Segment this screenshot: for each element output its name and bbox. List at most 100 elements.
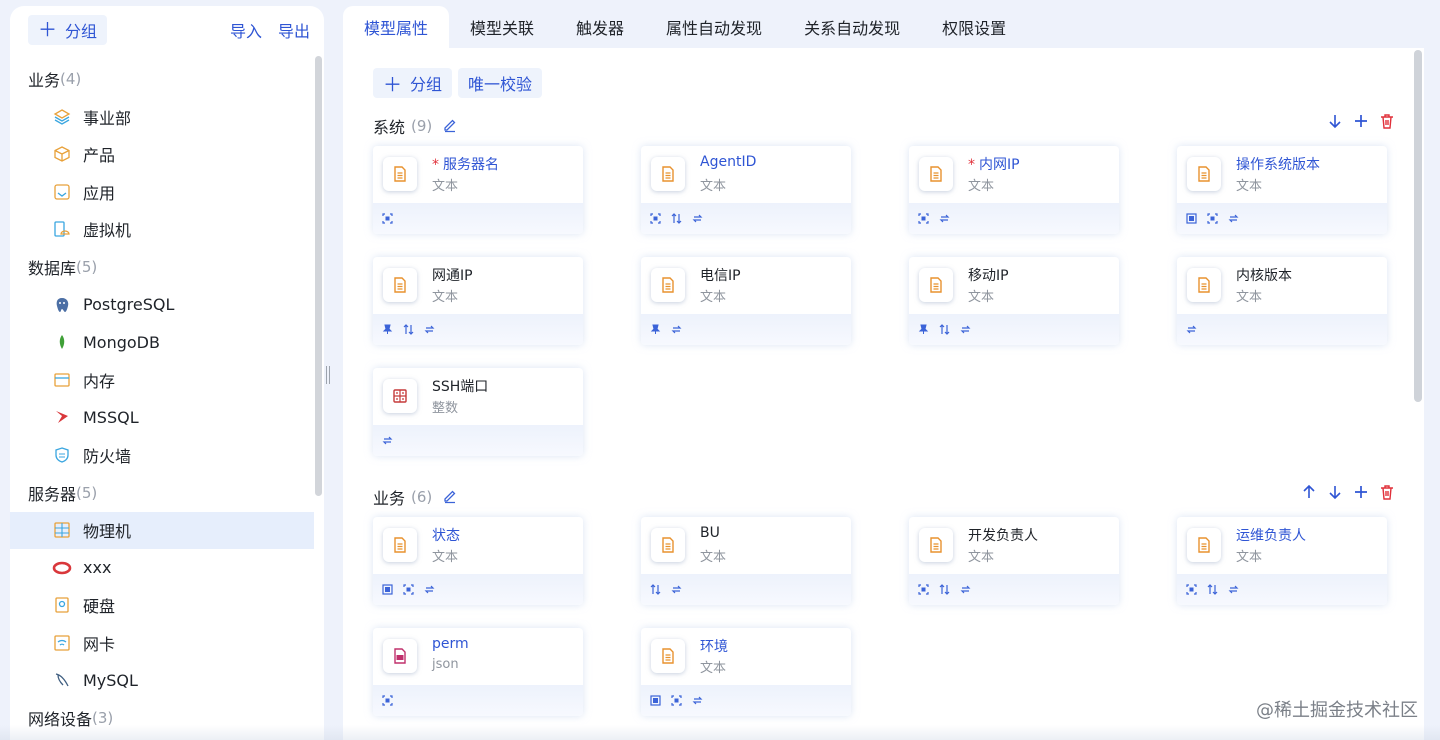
sync-icon — [381, 435, 393, 447]
sidebar-item-label: 事业部 — [83, 108, 132, 128]
attribute-flags — [909, 314, 1119, 345]
arrow-down-icon[interactable] — [1326, 483, 1344, 501]
main-scrollbar[interactable] — [1414, 50, 1422, 402]
text-type-icon — [1187, 268, 1221, 302]
tab-2[interactable]: 触发器 — [555, 6, 645, 48]
sidebar-item[interactable]: 硬盘 — [10, 587, 314, 625]
add-group-label: 分组 — [65, 22, 98, 41]
text-type-icon — [919, 157, 953, 191]
sidebar-item[interactable]: 网卡 — [10, 624, 314, 662]
sidebar-group-header[interactable]: 数据库 (5) — [10, 248, 314, 286]
delete-group-icon[interactable] — [1378, 483, 1396, 501]
sidebar-scrollbar[interactable] — [315, 56, 322, 496]
attribute-card[interactable]: 操作系统版本 文本 — [1177, 146, 1387, 234]
scan-icon — [1206, 213, 1218, 225]
text-type-icon — [383, 268, 417, 302]
sidebar-item[interactable]: 事业部 — [10, 98, 314, 136]
sidebar-item-label: 应用 — [83, 183, 116, 203]
sidebar-item[interactable]: 应用 — [10, 173, 314, 211]
attribute-card-grid: * 服务器名 文本 AgentID 文本 * 内网IP 文本 操作系统版本 文本 网通IP 文本 电信I… — [373, 146, 1389, 456]
attribute-card[interactable]: 状态 文本 — [373, 517, 583, 605]
model-tree: 业务 (4) 事业部 产品 应用 虚拟机 数据库 (5) PostgreSQL MongoDB 内存… — [10, 60, 314, 737]
attribute-flags — [373, 203, 583, 234]
add-attribute-icon[interactable] — [1352, 483, 1370, 501]
attribute-flags — [909, 574, 1119, 605]
sidebar-group-name: 数据库 — [28, 259, 77, 278]
attribute-flags — [641, 203, 851, 234]
attribute-card[interactable]: BU 文本 — [641, 517, 851, 605]
tab-4[interactable]: 关系自动发现 — [783, 6, 921, 48]
tab-0[interactable]: 模型属性 — [343, 6, 450, 48]
sidebar-item[interactable]: 防火墙 — [10, 436, 314, 474]
sync-icon — [959, 584, 971, 596]
attribute-card[interactable]: perm json — [373, 628, 583, 716]
firewall-icon — [52, 445, 72, 465]
export-button[interactable]: 导出 — [278, 18, 310, 42]
section-actions — [1326, 112, 1396, 130]
sidebar-item-label: 虚拟机 — [83, 221, 132, 241]
attribute-card[interactable]: 电信IP 文本 — [641, 257, 851, 345]
sidebar-item[interactable]: 产品 — [10, 136, 314, 174]
sidebar-item[interactable]: MongoDB — [10, 324, 314, 362]
cube-icon — [52, 144, 72, 164]
attribute-card[interactable]: 网通IP 文本 — [373, 257, 583, 345]
app-icon — [52, 182, 72, 202]
sidebar-item[interactable]: 物理机 — [10, 511, 314, 549]
sidebar-item[interactable]: xxx — [10, 549, 314, 587]
tab-3[interactable]: 属性自动发现 — [645, 6, 783, 48]
sidebar-item[interactable]: MSSQL — [10, 399, 314, 437]
tab-1[interactable]: 模型关联 — [449, 6, 555, 48]
attribute-card[interactable]: 环境 文本 — [641, 628, 851, 716]
attribute-card-grid: 状态 文本 BU 文本 开发负责人 文本 运维负责人 文本 perm json 环境 文本 — [373, 517, 1389, 716]
attribute-flags — [1177, 574, 1387, 605]
sidebar-item[interactable]: PostgreSQL — [10, 286, 314, 324]
import-button[interactable]: 导入 — [230, 18, 262, 42]
sidebar-item-label: 物理机 — [83, 522, 132, 542]
attribute-card[interactable]: 移动IP 文本 — [909, 257, 1119, 345]
attribute-type: 文本 — [432, 290, 459, 305]
tab-bar: 模型属性 模型关联 触发器 属性自动发现 关系自动发现 权限设置 — [343, 6, 1027, 48]
unique-check-button[interactable]: 唯一校验 — [458, 68, 543, 98]
sidebar-item[interactable]: 虚拟机 — [10, 211, 314, 249]
attribute-name-text: SSH端口 — [432, 379, 489, 395]
add-attribute-group-button[interactable]: ＋ 分组 — [373, 68, 453, 98]
attribute-name: 操作系统版本 — [1236, 154, 1320, 174]
attribute-type: 文本 — [432, 550, 459, 565]
network-card-icon — [52, 633, 72, 653]
sidebar-item-label: MySQL — [83, 670, 138, 690]
edit-icon[interactable] — [442, 117, 460, 135]
vm-icon — [52, 219, 72, 239]
sidebar-group-header[interactable]: 业务 (4) — [10, 60, 314, 98]
sidebar-group-count: (5) — [76, 483, 98, 502]
layers-icon — [52, 107, 72, 127]
attribute-name-text: AgentID — [700, 154, 757, 170]
attribute-card[interactable]: 运维负责人 文本 — [1177, 517, 1387, 605]
attribute-card[interactable]: * 服务器名 文本 — [373, 146, 583, 234]
attribute-card[interactable]: AgentID 文本 — [641, 146, 851, 234]
text-type-icon — [651, 268, 685, 302]
sidebar-item[interactable]: MySQL — [10, 662, 314, 700]
attribute-name: 网通IP — [432, 265, 473, 285]
add-group-button[interactable]: ＋ 分组 — [28, 15, 108, 45]
sidebar-item[interactable]: 内存 — [10, 361, 314, 399]
attribute-card[interactable]: SSH端口 整数 — [373, 368, 583, 456]
plus-icon: ＋ — [38, 18, 58, 41]
resize-handle[interactable] — [326, 366, 330, 384]
attribute-card[interactable]: 内核版本 文本 — [1177, 257, 1387, 345]
attribute-flags — [909, 203, 1119, 234]
arrow-down-icon[interactable] — [1326, 112, 1344, 130]
attribute-flags — [1177, 314, 1387, 345]
attribute-card[interactable]: * 内网IP 文本 — [909, 146, 1119, 234]
section-header: 业务 (6) — [373, 485, 460, 509]
server-icon — [52, 520, 72, 540]
sidebar-group-header[interactable]: 服务器 (5) — [10, 474, 314, 512]
attribute-card[interactable]: 开发负责人 文本 — [909, 517, 1119, 605]
attribute-name: AgentID — [700, 154, 756, 170]
arrow-up-icon[interactable] — [1300, 483, 1318, 501]
edit-icon[interactable] — [442, 488, 460, 506]
text-type-icon — [1187, 528, 1221, 562]
add-attribute-icon[interactable] — [1352, 112, 1370, 130]
watermark: @稀土掘金技术社区 — [1256, 700, 1418, 721]
delete-group-icon[interactable] — [1378, 112, 1396, 130]
tab-5[interactable]: 权限设置 — [921, 6, 1027, 48]
